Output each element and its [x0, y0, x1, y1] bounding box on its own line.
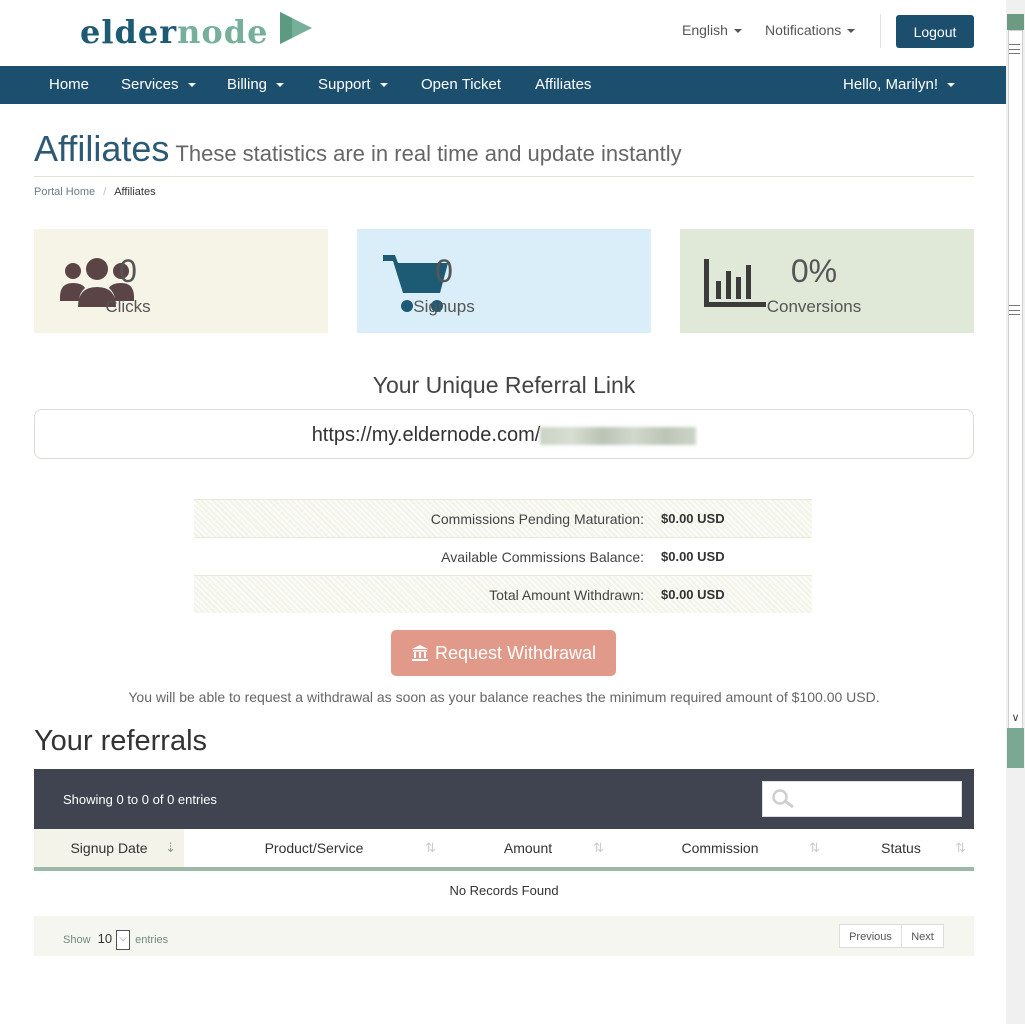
scrollbar-thumb[interactable]: [1007, 728, 1024, 768]
chevron-down-icon: [276, 83, 285, 88]
nav-home[interactable]: Home: [49, 66, 89, 104]
scroll-down-icon[interactable]: ∨: [1008, 710, 1023, 726]
next-page-button[interactable]: Next: [901, 924, 944, 948]
scrollbar-grip-icon: [1009, 305, 1020, 315]
chevron-down-icon: [947, 83, 956, 88]
column-signup-date[interactable]: Signup Date ⇣: [34, 829, 184, 867]
referrals-heading: Your referrals: [34, 725, 208, 757]
referrals-table-toolbar: Showing 0 to 0 of 0 entries: [34, 769, 974, 829]
language-dropdown[interactable]: English: [682, 22, 742, 38]
available-value: $0.00 USD: [661, 549, 725, 564]
referral-link-title: Your Unique Referral Link: [372, 372, 636, 398]
sort-icon: ⇅: [425, 840, 436, 855]
commission-row: Commissions Pending Maturation: $0.00 USD: [194, 499, 812, 537]
available-label: Available Commissions Balance:: [441, 548, 644, 565]
conversions-card: 0% Conversions: [680, 229, 974, 333]
nav-support[interactable]: Support: [318, 66, 388, 104]
breadcrumb-portal-home[interactable]: Portal Home: [34, 186, 95, 198]
withdrawn-label: Total Amount Withdrawn:: [489, 586, 644, 603]
referral-link-field[interactable]: https://my.eldernode.com/: [34, 409, 974, 459]
clicks-label: Clicks: [105, 297, 151, 316]
table-header-row: Signup Date ⇣ Product/Service ⇅ Amount ⇅ Co…: [34, 829, 974, 867]
logout-button[interactable]: Logout: [896, 15, 974, 48]
commission-row: Total Amount Withdrawn: $0.00 USD: [194, 575, 812, 613]
table-footer: Show 10 ⌵ entries Previous Next: [34, 916, 974, 956]
scrollbar-top-thumb[interactable]: [1007, 14, 1024, 30]
chevron-down-icon: [733, 29, 742, 34]
pending-label: Commissions Pending Maturation:: [430, 510, 644, 527]
chevron-down-icon: ⌵: [116, 930, 131, 950]
entries-info: Showing 0 to 0 of 0 entries: [63, 792, 217, 807]
page-size-select[interactable]: 10 ⌵: [98, 930, 131, 950]
commissions-summary: Commissions Pending Maturation: $0.00 USD…: [194, 499, 812, 613]
conversions-label: Conversions: [766, 297, 862, 316]
signups-label: Signups: [413, 297, 475, 316]
column-commission[interactable]: Commission ⇅: [612, 829, 828, 867]
chevron-down-icon: [847, 29, 856, 34]
header-divider: [880, 14, 881, 48]
main-navbar: Home Services Billing Support Open Ticke…: [0, 66, 1006, 104]
bank-icon: [411, 645, 428, 661]
chevron-down-icon: [379, 83, 388, 88]
clicks-card: 0 Clicks: [34, 229, 328, 333]
page-subtitle: These statistics are in real time and up…: [175, 141, 682, 166]
withdrawal-note: You will be able to request a withdrawal…: [128, 689, 880, 705]
notifications-dropdown[interactable]: Notifications: [765, 22, 856, 38]
chevron-down-icon: [187, 83, 196, 88]
scrollbar-track[interactable]: [1008, 30, 1023, 768]
signups-card: 0 Signups: [357, 229, 651, 333]
nav-services[interactable]: Services: [121, 66, 196, 104]
pending-value: $0.00 USD: [661, 511, 725, 526]
scrollbar-grip-icon: [1009, 44, 1020, 54]
page-title: Affiliates These statistics are in real t…: [34, 128, 682, 169]
sort-icon: ⇅: [593, 840, 604, 855]
logo-play-icon: [280, 12, 312, 44]
search-icon: [772, 789, 794, 809]
search-input[interactable]: [762, 781, 962, 817]
eldernode-logo[interactable]: eldernode: [80, 8, 320, 52]
sort-icon: ⇅: [809, 840, 820, 855]
clicks-value: 0: [119, 253, 137, 289]
nav-user-menu[interactable]: Hello, Marilyn!: [843, 66, 956, 104]
nav-open-ticket[interactable]: Open Ticket: [421, 66, 501, 104]
redacted-referral-id: [540, 426, 697, 445]
sort-icon: ⇅: [955, 840, 966, 855]
previous-page-button[interactable]: Previous: [839, 924, 902, 948]
column-status[interactable]: Status ⇅: [828, 829, 974, 867]
column-amount[interactable]: Amount ⇅: [444, 829, 612, 867]
empty-table-message: No Records Found: [449, 883, 559, 898]
withdrawn-value: $0.00 USD: [661, 587, 725, 602]
column-product-service[interactable]: Product/Service ⇅: [184, 829, 444, 867]
sort-desc-icon: ⇣: [165, 840, 176, 855]
nav-affiliates[interactable]: Affiliates: [535, 66, 591, 104]
logo-wordmark: eldernode: [80, 13, 269, 51]
breadcrumb-current: Affiliates: [114, 186, 156, 198]
page-size-control: Show 10 ⌵ entries: [63, 930, 168, 950]
commission-row: Available Commissions Balance: $0.00 USD: [194, 537, 812, 575]
signups-value: 0: [435, 253, 453, 289]
conversions-value: 0%: [790, 253, 838, 289]
header-underline: [34, 867, 974, 871]
breadcrumb: Portal Home / Affiliates: [34, 186, 156, 198]
request-withdrawal-button[interactable]: Request Withdrawal: [391, 630, 616, 676]
title-divider: [34, 176, 974, 177]
referral-url: https://my.eldernode.com/: [311, 424, 541, 446]
nav-billing[interactable]: Billing: [227, 66, 285, 104]
